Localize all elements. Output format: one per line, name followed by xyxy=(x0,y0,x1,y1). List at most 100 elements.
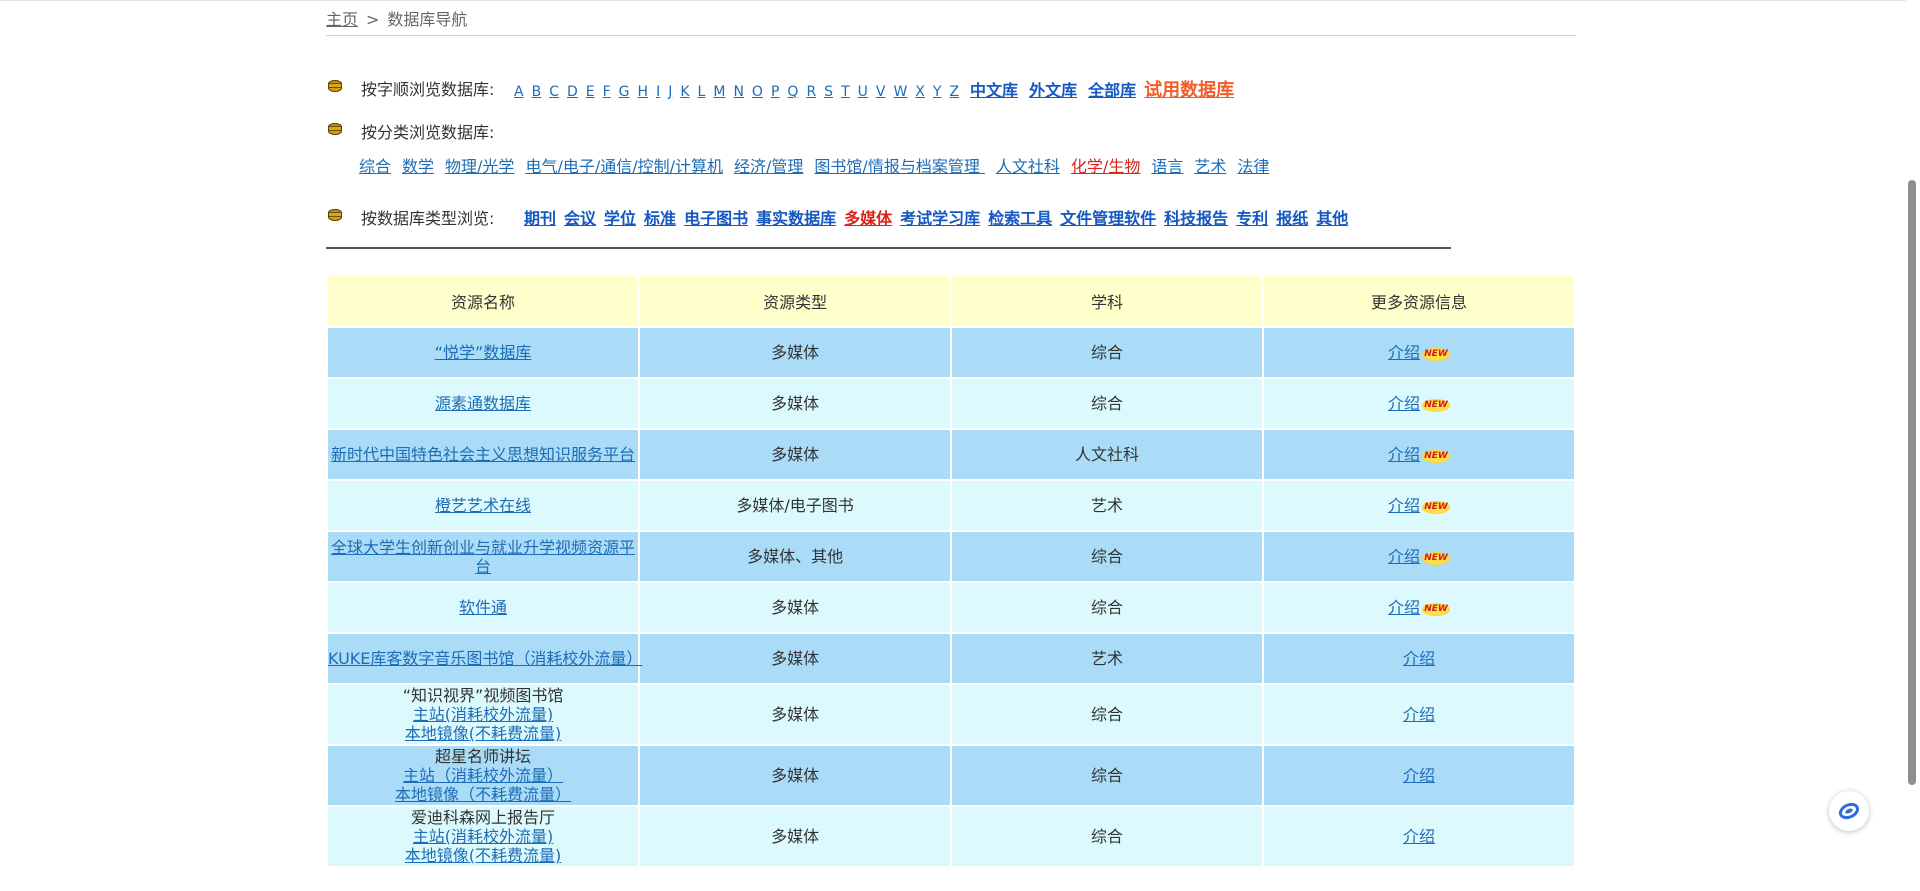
category-link[interactable]: 人文社科 xyxy=(996,157,1060,176)
letter-link-r[interactable]: R xyxy=(806,84,816,100)
resource-name-link[interactable]: “悦学”数据库 xyxy=(435,343,532,362)
header-subject: 学科 xyxy=(952,276,1262,326)
letter-link-q[interactable]: Q xyxy=(787,84,798,100)
type-link[interactable]: 电子图书 xyxy=(684,209,748,228)
intro-link[interactable]: 介绍 xyxy=(1388,445,1420,464)
letter-link-k[interactable]: K xyxy=(680,84,689,100)
subject-cell: 艺术 xyxy=(952,634,1262,683)
resource-name-link[interactable]: 源素通数据库 xyxy=(435,394,531,413)
letter-link-j[interactable]: J xyxy=(668,84,672,100)
letter-link-e[interactable]: E xyxy=(586,84,595,100)
type-link[interactable]: 其他 xyxy=(1316,209,1348,228)
category-link[interactable]: 经济/管理 xyxy=(734,157,803,176)
assistant-logo-icon xyxy=(1838,802,1860,820)
more-info-cell: 介绍 xyxy=(1263,634,1574,683)
letter-link-m[interactable]: M xyxy=(713,84,725,100)
letter-link-x[interactable]: X xyxy=(915,84,925,100)
resource-type-cell: 多媒体 xyxy=(640,807,951,866)
letter-link-l[interactable]: L xyxy=(698,84,706,100)
type-link[interactable]: 检索工具 xyxy=(988,209,1052,228)
letter-link-i[interactable]: I xyxy=(656,84,660,100)
foreign-db-link[interactable]: 外文库 xyxy=(1029,81,1077,100)
intro-link[interactable]: 介绍 xyxy=(1388,598,1420,617)
main-site-link[interactable]: 主站(消耗校外流量) xyxy=(413,705,554,724)
type-link[interactable]: 报纸 xyxy=(1276,209,1308,228)
table-row: 橙艺艺术在线 多媒体/电子图书 艺术 介绍 NEW xyxy=(328,481,1574,530)
type-link[interactable]: 事实数据库 xyxy=(756,209,836,228)
letter-link-u[interactable]: U xyxy=(858,84,868,100)
type-link[interactable]: 标准 xyxy=(644,209,676,228)
intro-link[interactable]: 介绍 xyxy=(1388,547,1420,566)
resource-name-link[interactable]: KUKE库客数字音乐图书馆（消耗校外流量） xyxy=(328,649,642,668)
intro-link[interactable]: 介绍 xyxy=(1388,496,1420,515)
more-info-cell: 介绍 NEW xyxy=(1263,328,1574,377)
category-link[interactable]: 电气/电子/通信/控制/计算机 xyxy=(525,157,723,176)
letter-link-a[interactable]: A xyxy=(514,84,524,100)
main-site-link[interactable]: 主站(消耗校外流量) xyxy=(413,827,554,846)
letter-link-y[interactable]: Y xyxy=(933,84,942,100)
table-row: “悦学”数据库 多媒体 综合 介绍 NEW xyxy=(328,328,1574,377)
subject-cell: 综合 xyxy=(952,379,1262,428)
scrollbar-thumb[interactable] xyxy=(1908,180,1916,785)
letter-link-b[interactable]: B xyxy=(532,84,542,100)
resource-name-cell: 全球大学生创新创业与就业升学视频资源平台 xyxy=(328,532,639,581)
intro-link[interactable]: 介绍 xyxy=(1403,649,1435,668)
breadcrumb-home-link[interactable]: 主页 xyxy=(326,10,358,29)
resource-name-link[interactable]: 橙艺艺术在线 xyxy=(435,496,531,515)
table-row: 软件通 多媒体 综合 介绍 NEW xyxy=(328,583,1574,632)
trial-db-link[interactable]: 试用数据库 xyxy=(1144,80,1234,101)
letter-link-d[interactable]: D xyxy=(567,84,578,100)
intro-link[interactable]: 介绍 xyxy=(1403,827,1435,846)
intro-link[interactable]: 介绍 xyxy=(1403,766,1435,785)
type-link[interactable]: 考试学习库 xyxy=(900,209,980,228)
type-link[interactable]: 期刊 xyxy=(524,209,556,228)
letter-link-n[interactable]: N xyxy=(733,84,743,100)
local-mirror-link[interactable]: 本地镜像(不耗费流量) xyxy=(405,846,562,865)
letter-link-z[interactable]: Z xyxy=(949,84,959,100)
category-link[interactable]: 法律 xyxy=(1237,157,1269,176)
letter-link-f[interactable]: F xyxy=(603,84,611,100)
assistant-widget-button[interactable] xyxy=(1829,791,1869,831)
breadcrumb-separator: > xyxy=(366,10,380,29)
main-site-link[interactable]: 主站（消耗校外流量） xyxy=(403,766,563,785)
category-link[interactable]: 图书馆/情报与档案管理 xyxy=(814,157,984,176)
letter-link-p[interactable]: P xyxy=(771,84,779,100)
breadcrumb: 主页 > 数据库导航 xyxy=(326,6,467,30)
all-db-link[interactable]: 全部库 xyxy=(1088,81,1136,100)
resource-type-cell: 多媒体/电子图书 xyxy=(640,481,951,530)
resource-name-cell: 橙艺艺术在线 xyxy=(328,481,639,530)
intro-link[interactable]: 介绍 xyxy=(1403,705,1435,724)
resource-name-link[interactable]: 新时代中国特色社会主义思想知识服务平台 xyxy=(331,445,635,464)
letter-link-g[interactable]: G xyxy=(619,84,630,100)
type-link[interactable]: 科技报告 xyxy=(1164,209,1228,228)
chinese-db-link[interactable]: 中文库 xyxy=(970,81,1018,100)
letter-link-w[interactable]: W xyxy=(893,84,907,100)
type-link[interactable]: 多媒体 xyxy=(844,209,892,228)
type-link[interactable]: 文件管理软件 xyxy=(1060,209,1156,228)
local-mirror-link[interactable]: 本地镜像(不耗费流量) xyxy=(405,724,562,743)
letter-link-v[interactable]: V xyxy=(876,84,886,100)
category-link[interactable]: 艺术 xyxy=(1194,157,1226,176)
intro-link[interactable]: 介绍 xyxy=(1388,394,1420,413)
table-row: 源素通数据库 多媒体 综合 介绍 NEW xyxy=(328,379,1574,428)
type-link[interactable]: 学位 xyxy=(604,209,636,228)
type-link[interactable]: 专利 xyxy=(1236,209,1268,228)
breadcrumb-divider xyxy=(326,35,1576,36)
browse-by-letter-label: 按字顺浏览数据库: xyxy=(361,80,495,99)
section-divider xyxy=(326,247,1451,249)
intro-link[interactable]: 介绍 xyxy=(1388,343,1420,362)
letter-link-c[interactable]: C xyxy=(549,84,559,100)
resource-name-link[interactable]: 全球大学生创新创业与就业升学视频资源平台 xyxy=(331,538,635,576)
letter-link-h[interactable]: H xyxy=(638,84,649,100)
resource-name-link[interactable]: 软件通 xyxy=(459,598,507,617)
type-link[interactable]: 会议 xyxy=(564,209,596,228)
category-link[interactable]: 物理/光学 xyxy=(445,157,514,176)
letter-link-t[interactable]: T xyxy=(841,84,850,100)
letter-link-o[interactable]: O xyxy=(752,84,763,100)
category-link[interactable]: 数学 xyxy=(402,157,434,176)
category-link[interactable]: 语言 xyxy=(1151,157,1183,176)
local-mirror-link[interactable]: 本地镜像（不耗费流量） xyxy=(395,785,571,804)
category-link[interactable]: 综合 xyxy=(359,157,391,176)
letter-link-s[interactable]: S xyxy=(824,84,833,100)
category-link[interactable]: 化学/生物 xyxy=(1071,157,1140,176)
